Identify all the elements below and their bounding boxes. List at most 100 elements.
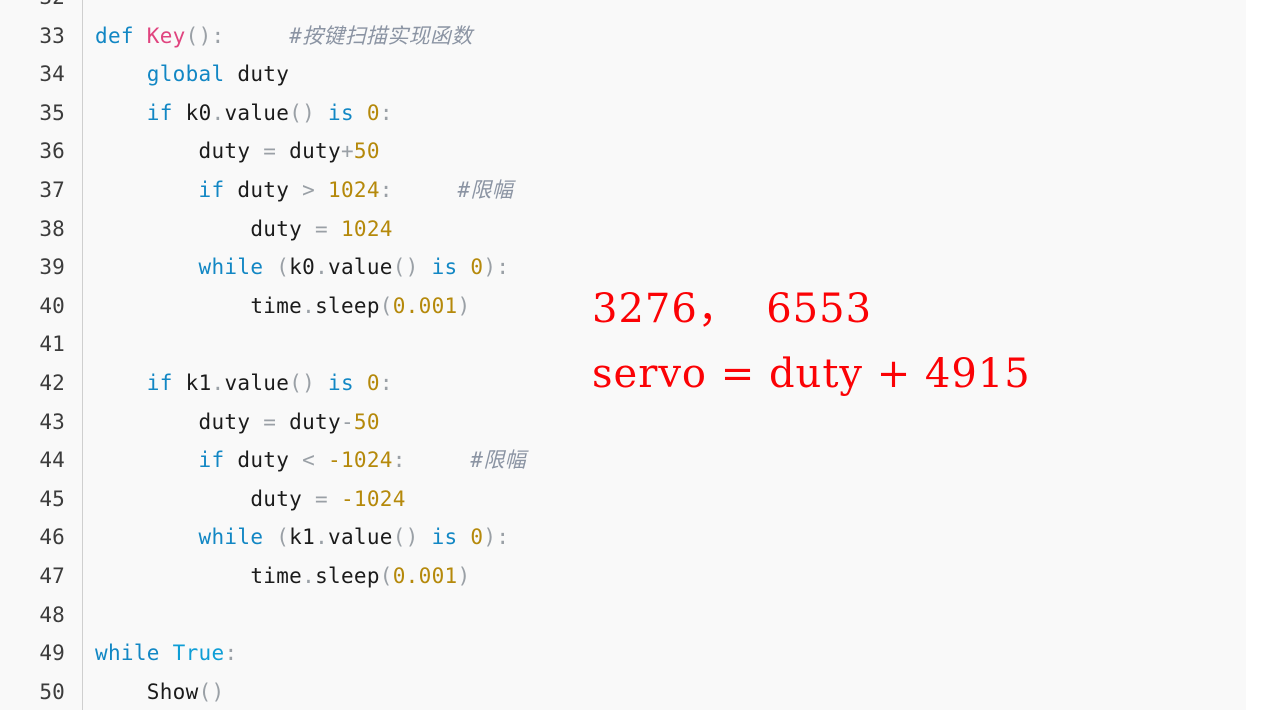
code-token: -1024 bbox=[340, 486, 406, 511]
code-line[interactable]: 34 global duty bbox=[0, 55, 1246, 94]
annotation-values: 3276， 6553 bbox=[592, 286, 873, 332]
code-line[interactable]: 43 duty = duty-50 bbox=[0, 403, 1246, 442]
code-line[interactable]: 50 Show() bbox=[0, 673, 1246, 711]
code-token: ) bbox=[483, 525, 497, 550]
line-number: 41 bbox=[39, 332, 65, 357]
line-number: 42 bbox=[39, 370, 65, 395]
code-line[interactable]: 37 if duty > 1024: #限幅 bbox=[0, 171, 1246, 210]
code-token: duty bbox=[289, 409, 341, 434]
code-token: () bbox=[185, 23, 212, 48]
code-token: duty bbox=[250, 216, 303, 241]
line-source[interactable]: time.sleep(0.001) bbox=[95, 287, 470, 326]
code-token: if bbox=[146, 370, 186, 395]
line-source[interactable]: duty = -1024 bbox=[95, 480, 406, 519]
code-token: is bbox=[431, 525, 458, 550]
code-line[interactable]: 47 time.sleep(0.001) bbox=[0, 557, 1246, 596]
line-number: 43 bbox=[39, 409, 65, 434]
line-source[interactable]: if k1.value() is 0: bbox=[95, 364, 393, 403]
code-token: - bbox=[340, 409, 354, 434]
line-number: 37 bbox=[39, 177, 65, 202]
code-line[interactable]: 33 def Key(): #按键扫描实现函数 bbox=[0, 17, 1246, 56]
code-line[interactable]: 48 bbox=[0, 596, 1246, 635]
line-number: 50 bbox=[39, 679, 65, 704]
code-line[interactable]: 45 duty = -1024 bbox=[0, 480, 1246, 519]
code-token: sleep bbox=[315, 563, 380, 588]
code-line[interactable]: 49 while True: bbox=[0, 634, 1246, 673]
code-token: ( bbox=[276, 525, 290, 550]
line-source[interactable]: while (k1.value() is 0): bbox=[95, 518, 509, 557]
code-token: ( bbox=[276, 255, 290, 280]
code-token: k0 bbox=[185, 100, 212, 125]
code-line[interactable]: 46 while (k1.value() is 0): bbox=[0, 518, 1246, 557]
code-token: : bbox=[496, 255, 510, 280]
code-token: ) bbox=[457, 293, 471, 318]
line-number: 46 bbox=[39, 525, 65, 550]
code-line[interactable]: 35 if k0.value() is 0: bbox=[0, 94, 1246, 133]
code-line[interactable]: 44 if duty < -1024: #限幅 bbox=[0, 441, 1246, 480]
code-token: () bbox=[289, 370, 316, 395]
code-token: 1024 bbox=[328, 177, 380, 202]
code-token: 0.001 bbox=[392, 293, 458, 318]
code-token: : bbox=[224, 641, 238, 666]
code-token: Key bbox=[146, 23, 186, 48]
code-token: duty bbox=[289, 139, 341, 164]
code-line[interactable]: 36 duty = duty+50 bbox=[0, 132, 1246, 171]
code-token: is bbox=[328, 100, 354, 125]
code-token: < bbox=[289, 448, 329, 473]
code-token: duty bbox=[198, 139, 251, 164]
code-token: time bbox=[250, 563, 303, 588]
line-source[interactable]: def Key(): #按键扫描实现函数 bbox=[95, 17, 473, 56]
code-token: value bbox=[328, 525, 393, 550]
code-editor: 3233def Key(): #按键扫描实现函数34 global duty35… bbox=[0, 0, 1280, 710]
code-token: while bbox=[198, 525, 277, 550]
code-line[interactable]: 38 duty = 1024 bbox=[0, 210, 1246, 249]
code-token: if bbox=[146, 100, 186, 125]
code-token: 0 bbox=[470, 255, 484, 280]
code-token: duty bbox=[198, 409, 251, 434]
line-number: 47 bbox=[39, 563, 65, 588]
line-source[interactable]: if duty > 1024: #限幅 bbox=[95, 171, 513, 210]
code-token: = bbox=[302, 486, 341, 511]
code-token: ) bbox=[457, 563, 471, 588]
line-number: 34 bbox=[39, 62, 65, 87]
line-source[interactable]: Show() bbox=[95, 673, 224, 711]
code-token: = bbox=[250, 139, 290, 164]
line-source[interactable]: while (k0.value() is 0): bbox=[95, 248, 509, 287]
code-token: : bbox=[392, 448, 406, 473]
line-source[interactable]: duty = duty+50 bbox=[95, 132, 380, 171]
code-token: True bbox=[172, 641, 225, 666]
code-token: value bbox=[224, 370, 290, 395]
code-token: def bbox=[95, 23, 147, 48]
code-token: duty bbox=[237, 62, 290, 87]
line-source[interactable]: while True: bbox=[95, 634, 237, 673]
code-token: > bbox=[289, 177, 329, 202]
line-source[interactable]: duty = 1024 bbox=[95, 210, 393, 249]
line-number: 38 bbox=[39, 216, 65, 241]
code-token: k1 bbox=[289, 525, 316, 550]
code-token: duty bbox=[250, 486, 303, 511]
line-source[interactable]: time.sleep(0.001) bbox=[95, 557, 470, 596]
line-number: 48 bbox=[39, 602, 65, 627]
line-source[interactable]: global duty bbox=[95, 55, 289, 94]
line-source[interactable]: if k0.value() is 0: bbox=[95, 94, 393, 133]
line-source[interactable]: duty = duty-50 bbox=[95, 403, 380, 442]
code-token: 50 bbox=[353, 139, 380, 164]
code-token: Show bbox=[146, 679, 199, 704]
line-source[interactable]: if duty < -1024: #限幅 bbox=[95, 441, 526, 480]
code-token: while bbox=[198, 255, 277, 280]
code-token: 0.001 bbox=[392, 563, 458, 588]
code-line[interactable]: 32 bbox=[0, 0, 1246, 17]
